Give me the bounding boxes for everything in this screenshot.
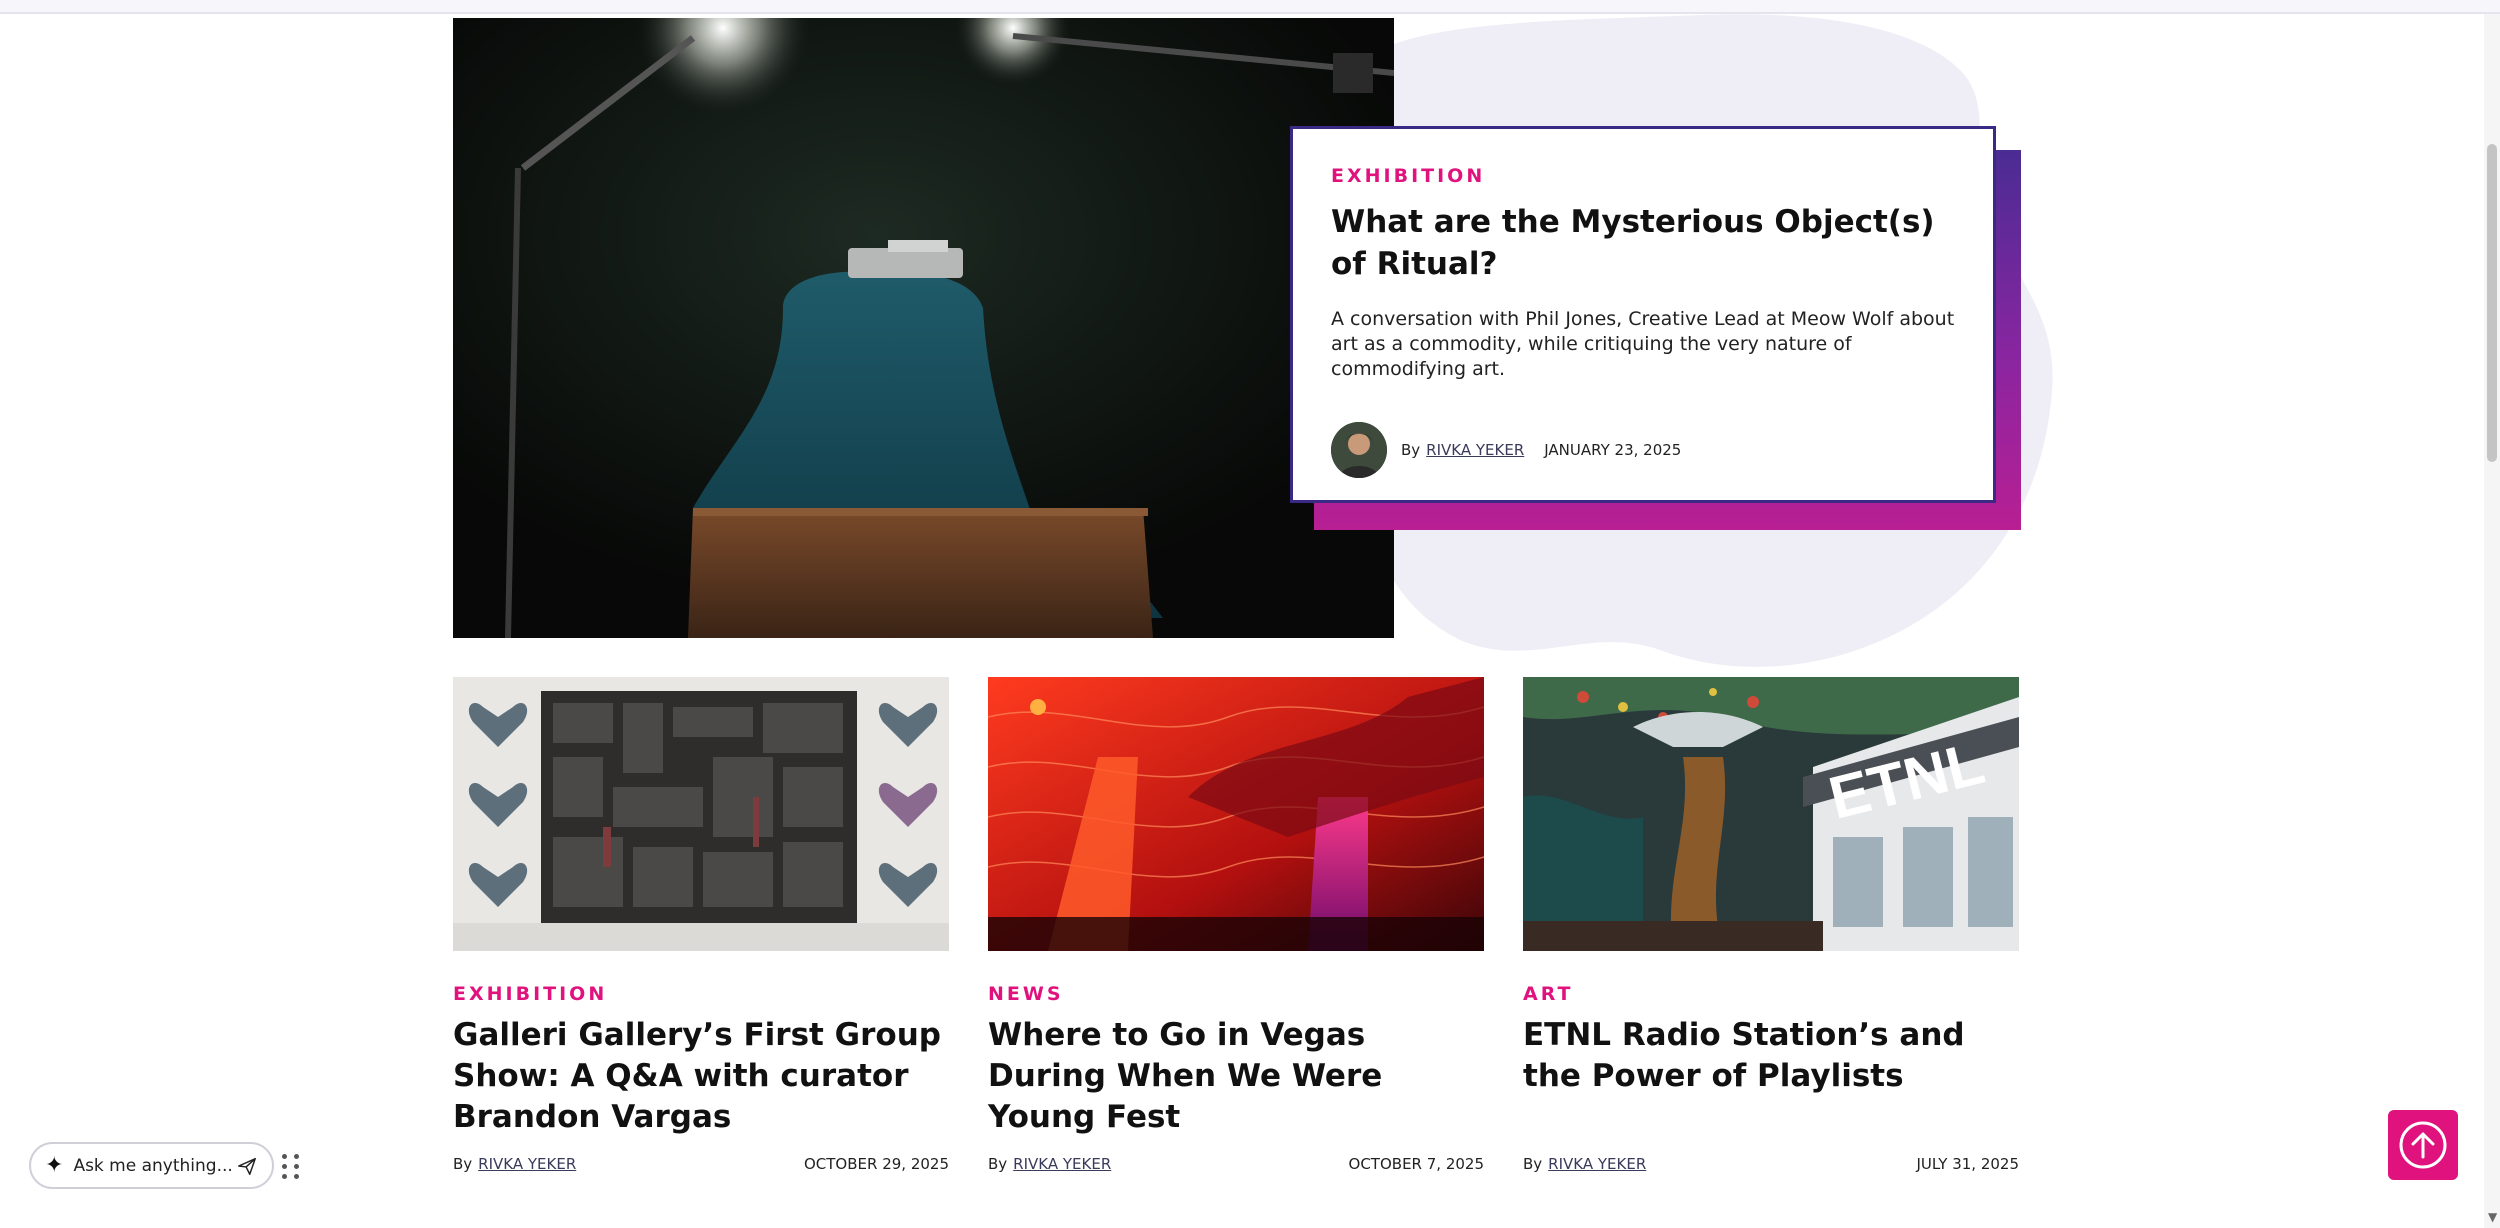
top-header-edge [0, 0, 2500, 14]
article-meta: By RIVKA YEKER OCTOBER 7, 2025 [988, 1155, 1484, 1173]
author-link[interactable]: RIVKA YEKER [478, 1155, 576, 1173]
byline-by: By [1401, 441, 1421, 459]
hero-byline: By RIVKA YEKER JANUARY 23, 2025 [1331, 422, 1955, 478]
article-title[interactable]: ETNL Radio Station’s and the Power of Pl… [1523, 1015, 2019, 1097]
publish-date: JANUARY 23, 2025 [1544, 441, 1682, 459]
article-card[interactable]: NEWS Where to Go in Vegas During When We… [988, 677, 1484, 1173]
article-category[interactable]: NEWS [988, 983, 1484, 1005]
page-scrollbar[interactable] [2484, 14, 2500, 1228]
back-to-top-button[interactable] [2388, 1110, 2458, 1180]
article-meta: By RIVKA YEKER JULY 31, 2025 [1523, 1155, 2019, 1173]
hero-image[interactable] [453, 18, 1394, 638]
scroll-down-arrow-icon[interactable]: ▼ [2488, 1210, 2497, 1224]
article-title[interactable]: Where to Go in Vegas During When We Were… [988, 1015, 1484, 1138]
byline: By RIVKA YEKER [988, 1155, 1111, 1173]
article-meta: By RIVKA YEKER OCTOBER 29, 2025 [453, 1155, 949, 1173]
byline-by: By [988, 1155, 1008, 1173]
article-category[interactable]: ART [1523, 983, 2019, 1005]
arrow-up-circle-icon [2399, 1121, 2447, 1169]
sparkle-icon: ✦ [45, 1153, 64, 1178]
publish-date: JULY 31, 2025 [1916, 1155, 2020, 1173]
hero-description: A conversation with Phil Jones, Creative… [1331, 308, 1955, 380]
article-title[interactable]: Galleri Gallery’s First Group Show: A Q&… [453, 1015, 949, 1138]
article-card[interactable]: ETNL ART ETNL Radio Station’s and the Po… [1523, 677, 2019, 1173]
article-card[interactable]: EXHIBITION Galleri Gallery’s First Group… [453, 677, 949, 1173]
hero-category[interactable]: EXHIBITION [1331, 165, 1955, 187]
byline: By RIVKA YEKER [453, 1155, 576, 1173]
article-image[interactable]: ETNL [1523, 677, 2019, 951]
drag-handle-icon[interactable] [282, 1154, 302, 1180]
byline: By RIVKA YEKER [1523, 1155, 1646, 1173]
article-category[interactable]: EXHIBITION [453, 983, 949, 1005]
publish-date: OCTOBER 7, 2025 [1348, 1155, 1484, 1173]
author-avatar[interactable] [1331, 422, 1387, 478]
byline-by: By [1523, 1155, 1543, 1173]
hero-article-card[interactable]: EXHIBITION What are the Mysterious Objec… [1290, 126, 1996, 503]
article-image[interactable] [453, 677, 949, 951]
publish-date: OCTOBER 29, 2025 [803, 1155, 949, 1173]
ask-assistant-input[interactable]: ✦ Ask me anything... [29, 1142, 274, 1189]
ask-placeholder: Ask me anything... [73, 1155, 233, 1176]
author-link[interactable]: RIVKA YEKER [1013, 1155, 1111, 1173]
author-link[interactable]: RIVKA YEKER [1548, 1155, 1646, 1173]
scrollbar-thumb[interactable] [2487, 144, 2497, 462]
article-image[interactable] [988, 677, 1484, 951]
byline-by: By [453, 1155, 473, 1173]
send-icon[interactable] [236, 1155, 258, 1177]
hero-title[interactable]: What are the Mysterious Object(s) of Rit… [1331, 201, 1955, 285]
author-link[interactable]: RIVKA YEKER [1426, 441, 1524, 459]
